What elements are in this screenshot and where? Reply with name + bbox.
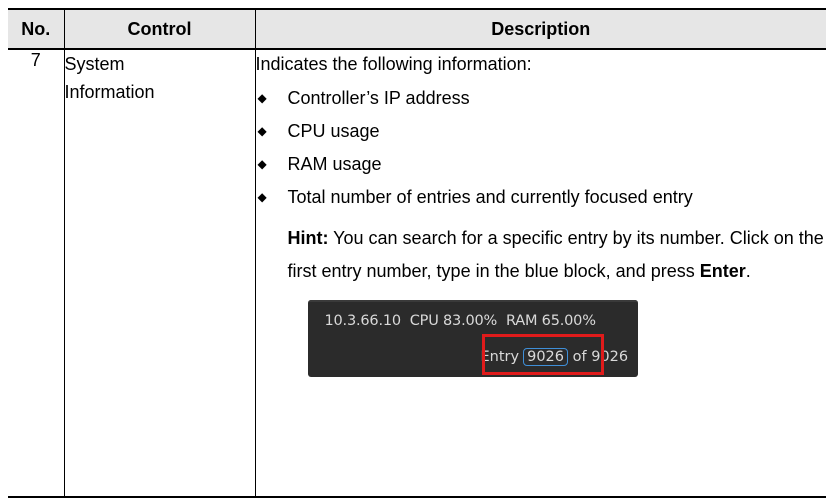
header-no: No. bbox=[8, 8, 65, 50]
system-info-screenshot: 10.3.66.10 CPU 83.00% RAM 65.00% Entry 90… bbox=[307, 300, 638, 377]
list-item-text: CPU usage bbox=[287, 121, 380, 141]
hint-key: Enter bbox=[699, 261, 746, 281]
list-item: ◆ CPU usage bbox=[256, 115, 827, 148]
row-description: Indicates the following information: ◆ Co… bbox=[254, 48, 827, 498]
table-row: 7 System Information Indicates the follo… bbox=[8, 48, 827, 498]
hint-paragraph: Hint: You can search for a specific entr… bbox=[288, 222, 827, 288]
control-name-line1: System bbox=[64, 54, 125, 74]
cpu-usage: CPU 83.00% bbox=[409, 313, 498, 329]
list-item-text: Total number of entries and currently fo… bbox=[287, 187, 693, 207]
system-info-line: 10.3.66.10 CPU 83.00% RAM 65.00% bbox=[325, 313, 596, 329]
list-item-text: Controller’s IP address bbox=[287, 88, 470, 108]
row-control: System Information bbox=[63, 48, 256, 498]
description-intro: Indicates the following information: bbox=[255, 54, 532, 74]
row-number: 7 bbox=[8, 48, 65, 498]
diamond-bullet-icon: ◆ bbox=[257, 124, 267, 138]
header-description: Description bbox=[254, 8, 826, 50]
diamond-bullet-icon: ◆ bbox=[257, 190, 267, 204]
info-list: ◆ Controller’s IP address ◆ CPU usage ◆ RAM… bbox=[256, 82, 827, 214]
hint-label: Hint: bbox=[287, 228, 329, 248]
ip-address: 10.3.66.10 bbox=[324, 313, 402, 329]
list-item: ◆ RAM usage bbox=[256, 148, 827, 181]
list-item: ◆ Controller’s IP address bbox=[256, 82, 827, 115]
diamond-bullet-icon: ◆ bbox=[257, 91, 267, 105]
list-item: ◆ Total number of entries and currently f… bbox=[256, 181, 827, 214]
diamond-bullet-icon: ◆ bbox=[257, 157, 267, 171]
control-description-table: No. Control Description 7 System Informa… bbox=[8, 8, 826, 498]
list-item-text: RAM usage bbox=[287, 154, 382, 174]
highlight-box bbox=[481, 334, 604, 375]
header-row: No. Control Description bbox=[8, 8, 826, 50]
hint-end: . bbox=[745, 261, 751, 281]
control-name-line2: Information bbox=[64, 82, 155, 102]
ram-usage: RAM 65.00% bbox=[505, 313, 596, 329]
screenshot-top-edge bbox=[307, 300, 638, 302]
header-control: Control bbox=[63, 8, 256, 50]
